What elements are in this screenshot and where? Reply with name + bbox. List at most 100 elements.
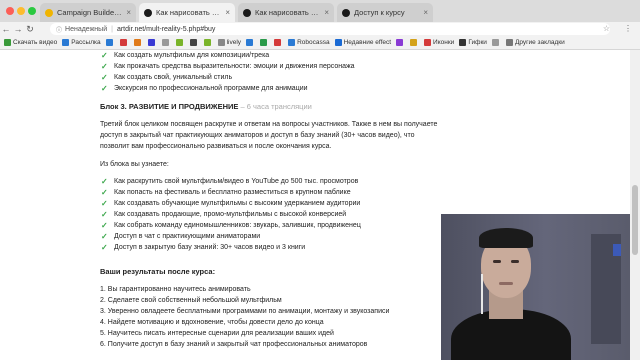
bookmark-item[interactable] xyxy=(105,39,115,46)
block3-paragraph: Третий блок целиком посвящен раскрутке и… xyxy=(100,121,438,150)
maximize-window-button[interactable] xyxy=(28,7,36,15)
bookmark-favicon-icon xyxy=(459,39,467,46)
bookmark-item[interactable] xyxy=(491,39,501,46)
block3-heading: Блок 3. РАЗВИТИЕ И ПРОДВИЖЕНИЕ – 6 часа … xyxy=(100,101,440,112)
bookmark-favicon-icon xyxy=(105,39,113,46)
checklist-item-text: Как прокачать средства выразительности: … xyxy=(114,63,355,70)
tab-favicon-icon xyxy=(342,8,350,17)
tab-close-icon[interactable]: × xyxy=(423,8,428,17)
checklist-item: ✓ Как создавать продающие, промо-мультфил… xyxy=(100,209,440,220)
bookmark-item[interactable] xyxy=(189,39,199,46)
bookmark-label: Гифки xyxy=(468,39,487,46)
checklist-item: ✓ Как попасть на фестиваль и бесплатно ра… xyxy=(100,187,440,198)
checkmark-icon: ✓ xyxy=(101,232,108,241)
result-item: 2. Сделаете свой собственный небольшой м… xyxy=(100,297,282,304)
tab-close-icon[interactable]: × xyxy=(126,8,131,17)
tab-close-icon[interactable]: × xyxy=(225,8,230,17)
tab-campaign-builder[interactable]: Campaign Builder - Templates × xyxy=(40,3,136,22)
tab-course-access[interactable]: Доступ к курсу × xyxy=(337,3,433,22)
browser-window: Campaign Builder - Templates × Как нарис… xyxy=(0,0,640,360)
bookmark-item[interactable] xyxy=(119,39,129,46)
bookmark-favicon-icon xyxy=(334,39,342,46)
close-window-button[interactable] xyxy=(6,7,14,15)
scrollbar-thumb[interactable] xyxy=(632,185,638,255)
block3-subheading: Из блока вы узнаете: xyxy=(100,161,169,168)
bookmark-item[interactable]: Robocassa xyxy=(288,39,330,46)
checkmark-icon: ✓ xyxy=(101,51,108,60)
results-heading: Ваши результаты после курса: xyxy=(100,267,216,276)
bookmark-favicon-icon xyxy=(175,39,183,46)
bookmark-item[interactable] xyxy=(147,39,157,46)
bookmark-item[interactable]: lively xyxy=(217,39,242,46)
info-icon[interactable]: ⓘ xyxy=(56,25,62,34)
bookmark-item[interactable]: Рассылка xyxy=(62,39,101,46)
result-item: 1. Вы гарантированно научитесь анимирова… xyxy=(100,286,251,293)
minimize-window-button[interactable] xyxy=(17,7,25,15)
bookmark-favicon-icon xyxy=(274,39,282,46)
webcam-person-eye xyxy=(493,260,501,263)
bookmark-favicon-icon xyxy=(133,39,141,46)
bookmark-item[interactable] xyxy=(260,39,269,46)
tab-label: Доступ к курсу xyxy=(354,8,405,17)
bookmark-item[interactable]: Недавние effect xyxy=(334,39,392,46)
bookmark-item[interactable] xyxy=(246,39,255,46)
menu-icon[interactable]: ⋮ xyxy=(624,24,632,33)
checklist-item: ✓ Как создать мультфильм для композиции/т… xyxy=(100,50,440,61)
bookmark-item[interactable] xyxy=(396,39,405,46)
bookmark-label: Недавние effect xyxy=(343,39,392,46)
checklist-item-text: Как попасть на фестиваль и бесплатно раз… xyxy=(114,189,351,196)
course-description: ✓ Как создать мультфильм для композиции/т… xyxy=(100,50,440,350)
bookmark-favicon-icon xyxy=(491,39,499,46)
bookmark-favicon-icon xyxy=(203,39,211,46)
bookmark-favicon-icon xyxy=(161,39,169,46)
bookmark-item[interactable] xyxy=(274,39,283,46)
webcam-earphone-cable xyxy=(481,274,483,314)
bookmark-item[interactable]: Иконки xyxy=(424,39,454,46)
bookmark-favicon-icon xyxy=(217,39,225,46)
address-bar: ← → ↻ ⓘ Ненадежный | artdir.net/mult-rea… xyxy=(0,22,640,36)
webcam-overlay xyxy=(441,214,630,360)
bookmark-item[interactable] xyxy=(203,39,213,46)
back-arrow-icon[interactable]: ← xyxy=(0,24,12,34)
tab-label: Как нарисовать мультик за 7 xyxy=(156,8,222,17)
checklist-item-text: Как создавать продающие, промо-мультфиль… xyxy=(114,211,347,218)
bookmark-label: Robocassa xyxy=(297,39,330,46)
bookmark-favicon-icon xyxy=(189,39,197,46)
result-item: 5. Научитесь писать интересные сценарии … xyxy=(100,330,334,337)
tab-multik-active[interactable]: Как нарисовать мультик за 7 × xyxy=(139,3,235,22)
tab-close-icon[interactable]: × xyxy=(324,8,329,17)
bookmark-item[interactable] xyxy=(410,39,419,46)
checklist-item-text: Как собрать команду единомышленников: зв… xyxy=(114,222,361,229)
bookmark-label: Рассылка xyxy=(71,39,101,46)
block3-title: Блок 3. РАЗВИТИЕ И ПРОДВИЖЕНИЕ xyxy=(100,102,239,111)
bookmark-favicon-icon xyxy=(246,39,254,46)
bookmarks-bar: Скачать видео Рассылка lively Robocassa Неда… xyxy=(0,36,640,50)
bookmark-item[interactable] xyxy=(161,39,171,46)
bookmark-label: lively xyxy=(226,39,242,46)
checklist-item: ✓ Как собрать команду единомышленников: з… xyxy=(100,220,440,231)
webcam-person-mouth xyxy=(499,282,513,285)
bookmark-favicon-icon xyxy=(288,39,296,46)
bookmark-label: Скачать видео xyxy=(13,39,58,46)
checkmark-icon: ✓ xyxy=(101,73,108,82)
bookmark-favicon-icon xyxy=(62,39,70,46)
bookmark-item[interactable] xyxy=(133,39,143,46)
bookmark-star-icon[interactable]: ☆ xyxy=(603,24,610,33)
bookmark-item[interactable] xyxy=(175,39,185,46)
reload-icon[interactable]: ↻ xyxy=(24,24,36,35)
checklist-item-text: Экскурсия по профессиональной программе … xyxy=(114,85,308,92)
forward-arrow-icon[interactable]: → xyxy=(12,24,24,34)
url-omnibox[interactable]: ⓘ Ненадежный | artdir.net/mult-reality-5… xyxy=(50,23,610,35)
tab-multik[interactable]: Как нарисовать мультик за 7 × xyxy=(238,3,334,22)
bookmark-favicon-icon xyxy=(424,39,432,46)
url-text[interactable]: artdir.net/mult-reality-5.php#buy xyxy=(117,26,215,33)
page-scrollbar[interactable] xyxy=(630,50,640,360)
bookmark-item[interactable]: Скачать видео xyxy=(4,39,57,46)
checklist-item: ✓ Доступ в закрытую базу знаний: 30+ часо… xyxy=(100,242,440,253)
tab-label: Как нарисовать мультик за 7 xyxy=(255,8,321,17)
checklist-item-text: Доступ в закрытую базу знаний: 30+ часов… xyxy=(114,244,306,251)
bookmark-item[interactable]: Другие закладки xyxy=(505,39,565,46)
checkmark-icon: ✓ xyxy=(101,188,108,197)
checklist-item: ✓ Как создать свой, уникальный стиль xyxy=(100,72,440,83)
bookmark-item[interactable]: Гифки xyxy=(459,39,487,46)
